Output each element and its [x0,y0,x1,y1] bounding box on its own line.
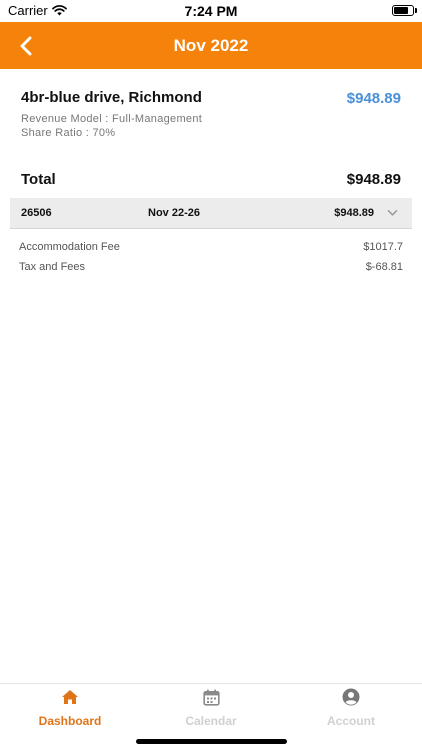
total-row: Total $948.89 [21,171,403,191]
property-summary: 4br-blue drive, Richmond $948.89 Revenue… [21,89,403,140]
status-bar: Carrier 7:24 PM [0,0,422,22]
booking-id: 26506 [21,207,52,219]
fee-row-accommodation: Accommodation Fee $1017.7 [19,241,403,255]
total-label: Total [21,171,56,188]
account-icon [342,688,360,706]
revenue-model: Revenue Model : Full-Management [21,113,203,125]
tab-calendar[interactable]: Calendar [141,688,281,728]
fee-label: Accommodation Fee [19,241,120,253]
tab-account[interactable]: Account [281,688,421,728]
tab-label: Account [327,714,375,728]
property-name: 4br-blue drive, Richmond [21,89,202,106]
nav-header: Nov 2022 [0,22,422,69]
tab-label: Calendar [185,714,237,728]
home-indicator [136,739,287,744]
total-value: $948.89 [346,171,401,188]
property-amount: $948.89 [346,90,401,107]
fee-row-tax: Tax and Fees $-68.81 [19,261,403,275]
share-ratio: Share Ratio : 70% [21,127,116,139]
status-time: 7:24 PM [184,3,238,19]
battery-icon [392,5,417,16]
home-icon [61,688,79,706]
booking-dates: Nov 22-26 [148,207,200,219]
fee-value: $1017.7 [363,241,403,253]
battery-level [394,7,409,14]
calendar-icon [202,688,220,706]
page-title: Nov 2022 [173,36,249,55]
fee-label: Tax and Fees [19,261,86,273]
fee-value: $-68.81 [365,261,403,273]
chevron-down-icon[interactable] [387,208,398,220]
tab-label: Dashboard [38,714,102,728]
booking-amount: $948.89 [334,207,374,219]
tab-dashboard[interactable]: Dashboard [0,688,140,728]
booking-row[interactable]: 26506 Nov 22-26 $948.89 [10,198,412,229]
